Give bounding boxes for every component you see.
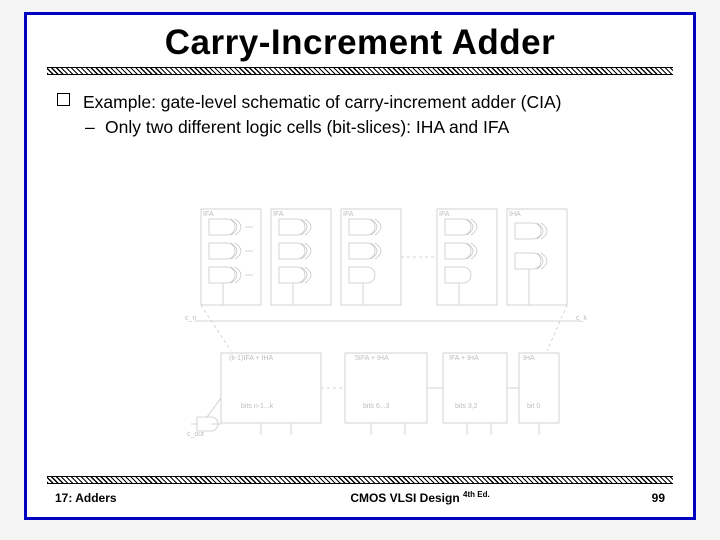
cell-label-ifa: IFA [273, 211, 284, 218]
carry-in-label: c_k [576, 315, 587, 322]
slide-title: Carry-Increment Adder [27, 15, 693, 67]
block-bits-label: bits 6...3 [363, 403, 389, 410]
footer-page-number: 99 [605, 491, 665, 505]
slide-footer: 17: Adders CMOS VLSI Design 4th Ed. 99 [47, 476, 673, 505]
block-header: IFA + IHA [449, 355, 479, 362]
slide-body: Example: gate-level schematic of carry-i… [27, 85, 693, 139]
footer-row: 17: Adders CMOS VLSI Design 4th Ed. 99 [47, 490, 673, 505]
footer-center-main: CMOS VLSI Design [350, 491, 459, 505]
cell-label-iha: IHA [509, 211, 521, 218]
block-bits-label: bits n-1...k [241, 403, 273, 410]
hollow-square-bullet-icon [57, 93, 70, 106]
footer-divider [47, 476, 673, 484]
cell-label-ifa: IFA [439, 211, 450, 218]
schematic-figure: IFA IFA IFA IFA IHA c_k c_n (k-1)IFA + I… [191, 203, 587, 445]
cout-label: c_out [187, 431, 204, 438]
bullet-level2: – Only two different logic cells (bit-sl… [57, 116, 663, 139]
footer-chapter: 17: Adders [55, 491, 235, 505]
bullet-level1: Example: gate-level schematic of carry-i… [57, 91, 663, 114]
block-header: (k-1)IFA + IHA [229, 355, 273, 362]
footer-edition: 4th Ed. [463, 490, 490, 499]
block-bits-label: bits 3,2 [455, 403, 478, 410]
cell-label-ifa: IFA [343, 211, 354, 218]
slide-frame: Carry-Increment Adder Example: gate-leve… [24, 12, 696, 520]
block-bits-label: bit 0 [527, 403, 540, 410]
cell-label-ifa: IFA [203, 211, 214, 218]
block-header: IHA [523, 355, 535, 362]
bullet2-text: Only two different logic cells (bit-slic… [105, 117, 509, 137]
block-header: 5IFA + IHA [355, 355, 389, 362]
title-divider [47, 67, 673, 75]
footer-book-title: CMOS VLSI Design 4th Ed. [235, 490, 605, 505]
bullet1-text: Example: gate-level schematic of carry-i… [83, 92, 562, 112]
carry-out-label: c_n [185, 315, 196, 322]
dash-bullet-icon: – [85, 116, 95, 139]
